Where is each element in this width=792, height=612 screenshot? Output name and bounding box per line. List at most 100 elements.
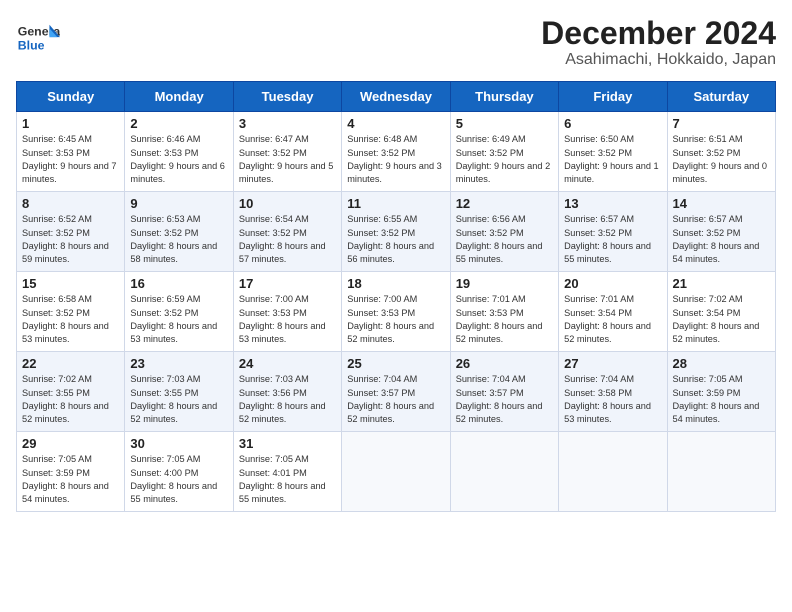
location-title: Asahimachi, Hokkaido, Japan [541,51,776,69]
day-number: 20 [564,276,661,291]
day-number: 3 [239,116,336,131]
calendar-cell [667,432,775,512]
calendar-cell: 12 Sunrise: 6:56 AMSunset: 3:52 PMDaylig… [450,192,558,272]
day-number: 23 [130,356,227,371]
day-info: Sunrise: 7:02 AMSunset: 3:54 PMDaylight:… [673,294,760,344]
logo: General Blue [16,16,64,60]
day-info: Sunrise: 7:03 AMSunset: 3:56 PMDaylight:… [239,374,326,424]
day-info: Sunrise: 7:02 AMSunset: 3:55 PMDaylight:… [22,374,109,424]
calendar-cell: 11 Sunrise: 6:55 AMSunset: 3:52 PMDaylig… [342,192,450,272]
calendar-cell: 24 Sunrise: 7:03 AMSunset: 3:56 PMDaylig… [233,352,341,432]
day-number: 28 [673,356,770,371]
day-number: 17 [239,276,336,291]
day-number: 15 [22,276,119,291]
day-number: 22 [22,356,119,371]
day-info: Sunrise: 7:04 AMSunset: 3:58 PMDaylight:… [564,374,651,424]
weekday-monday: Monday [125,82,233,112]
calendar-cell: 10 Sunrise: 6:54 AMSunset: 3:52 PMDaylig… [233,192,341,272]
calendar-cell: 25 Sunrise: 7:04 AMSunset: 3:57 PMDaylig… [342,352,450,432]
day-info: Sunrise: 6:50 AMSunset: 3:52 PMDaylight:… [564,134,659,184]
day-number: 11 [347,196,444,211]
day-number: 21 [673,276,770,291]
calendar-cell [559,432,667,512]
day-number: 2 [130,116,227,131]
day-info: Sunrise: 7:01 AMSunset: 3:54 PMDaylight:… [564,294,651,344]
day-info: Sunrise: 6:47 AMSunset: 3:52 PMDaylight:… [239,134,334,184]
calendar-cell: 28 Sunrise: 7:05 AMSunset: 3:59 PMDaylig… [667,352,775,432]
calendar-cell: 19 Sunrise: 7:01 AMSunset: 3:53 PMDaylig… [450,272,558,352]
calendar-cell: 14 Sunrise: 6:57 AMSunset: 3:52 PMDaylig… [667,192,775,272]
calendar-cell: 18 Sunrise: 7:00 AMSunset: 3:53 PMDaylig… [342,272,450,352]
day-number: 10 [239,196,336,211]
day-info: Sunrise: 6:51 AMSunset: 3:52 PMDaylight:… [673,134,768,184]
day-number: 18 [347,276,444,291]
day-info: Sunrise: 6:46 AMSunset: 3:53 PMDaylight:… [130,134,225,184]
calendar-cell: 20 Sunrise: 7:01 AMSunset: 3:54 PMDaylig… [559,272,667,352]
day-info: Sunrise: 7:04 AMSunset: 3:57 PMDaylight:… [456,374,543,424]
day-info: Sunrise: 6:48 AMSunset: 3:52 PMDaylight:… [347,134,442,184]
calendar-cell: 5 Sunrise: 6:49 AMSunset: 3:52 PMDayligh… [450,112,558,192]
day-info: Sunrise: 6:58 AMSunset: 3:52 PMDaylight:… [22,294,109,344]
day-info: Sunrise: 7:05 AMSunset: 4:01 PMDaylight:… [239,454,326,504]
day-number: 9 [130,196,227,211]
calendar-cell: 22 Sunrise: 7:02 AMSunset: 3:55 PMDaylig… [17,352,125,432]
day-number: 24 [239,356,336,371]
day-info: Sunrise: 7:05 AMSunset: 3:59 PMDaylight:… [673,374,760,424]
day-number: 27 [564,356,661,371]
calendar-cell: 31 Sunrise: 7:05 AMSunset: 4:01 PMDaylig… [233,432,341,512]
day-info: Sunrise: 7:00 AMSunset: 3:53 PMDaylight:… [347,294,434,344]
calendar-cell: 16 Sunrise: 6:59 AMSunset: 3:52 PMDaylig… [125,272,233,352]
day-info: Sunrise: 6:45 AMSunset: 3:53 PMDaylight:… [22,134,117,184]
day-info: Sunrise: 7:00 AMSunset: 3:53 PMDaylight:… [239,294,326,344]
weekday-saturday: Saturday [667,82,775,112]
day-number: 6 [564,116,661,131]
calendar-cell: 29 Sunrise: 7:05 AMSunset: 3:59 PMDaylig… [17,432,125,512]
day-number: 19 [456,276,553,291]
day-number: 13 [564,196,661,211]
day-number: 30 [130,436,227,451]
day-number: 29 [22,436,119,451]
calendar-cell: 6 Sunrise: 6:50 AMSunset: 3:52 PMDayligh… [559,112,667,192]
day-info: Sunrise: 6:52 AMSunset: 3:52 PMDaylight:… [22,214,109,264]
title-block: December 2024 Asahimachi, Hokkaido, Japa… [541,16,776,69]
day-info: Sunrise: 6:57 AMSunset: 3:52 PMDaylight:… [673,214,760,264]
day-number: 12 [456,196,553,211]
day-number: 14 [673,196,770,211]
calendar-cell: 30 Sunrise: 7:05 AMSunset: 4:00 PMDaylig… [125,432,233,512]
calendar-cell [450,432,558,512]
day-info: Sunrise: 7:05 AMSunset: 4:00 PMDaylight:… [130,454,217,504]
calendar-cell: 15 Sunrise: 6:58 AMSunset: 3:52 PMDaylig… [17,272,125,352]
day-info: Sunrise: 7:04 AMSunset: 3:57 PMDaylight:… [347,374,434,424]
calendar-cell: 8 Sunrise: 6:52 AMSunset: 3:52 PMDayligh… [17,192,125,272]
day-number: 4 [347,116,444,131]
day-info: Sunrise: 6:56 AMSunset: 3:52 PMDaylight:… [456,214,543,264]
day-number: 7 [673,116,770,131]
calendar-cell: 3 Sunrise: 6:47 AMSunset: 3:52 PMDayligh… [233,112,341,192]
weekday-friday: Friday [559,82,667,112]
calendar-cell: 7 Sunrise: 6:51 AMSunset: 3:52 PMDayligh… [667,112,775,192]
calendar-cell: 23 Sunrise: 7:03 AMSunset: 3:55 PMDaylig… [125,352,233,432]
calendar-cell: 2 Sunrise: 6:46 AMSunset: 3:53 PMDayligh… [125,112,233,192]
day-number: 25 [347,356,444,371]
day-info: Sunrise: 6:54 AMSunset: 3:52 PMDaylight:… [239,214,326,264]
day-info: Sunrise: 6:57 AMSunset: 3:52 PMDaylight:… [564,214,651,264]
weekday-thursday: Thursday [450,82,558,112]
day-number: 1 [22,116,119,131]
calendar-cell: 21 Sunrise: 7:02 AMSunset: 3:54 PMDaylig… [667,272,775,352]
calendar-cell: 1 Sunrise: 6:45 AMSunset: 3:53 PMDayligh… [17,112,125,192]
day-info: Sunrise: 7:03 AMSunset: 3:55 PMDaylight:… [130,374,217,424]
calendar-cell [342,432,450,512]
calendar-cell: 9 Sunrise: 6:53 AMSunset: 3:52 PMDayligh… [125,192,233,272]
logo-icon: General Blue [16,16,60,60]
calendar-cell: 26 Sunrise: 7:04 AMSunset: 3:57 PMDaylig… [450,352,558,432]
weekday-tuesday: Tuesday [233,82,341,112]
weekday-sunday: Sunday [17,82,125,112]
day-info: Sunrise: 7:01 AMSunset: 3:53 PMDaylight:… [456,294,543,344]
svg-text:Blue: Blue [18,38,45,52]
day-number: 26 [456,356,553,371]
calendar-cell: 4 Sunrise: 6:48 AMSunset: 3:52 PMDayligh… [342,112,450,192]
day-number: 5 [456,116,553,131]
day-info: Sunrise: 7:05 AMSunset: 3:59 PMDaylight:… [22,454,109,504]
day-number: 16 [130,276,227,291]
calendar-cell: 17 Sunrise: 7:00 AMSunset: 3:53 PMDaylig… [233,272,341,352]
